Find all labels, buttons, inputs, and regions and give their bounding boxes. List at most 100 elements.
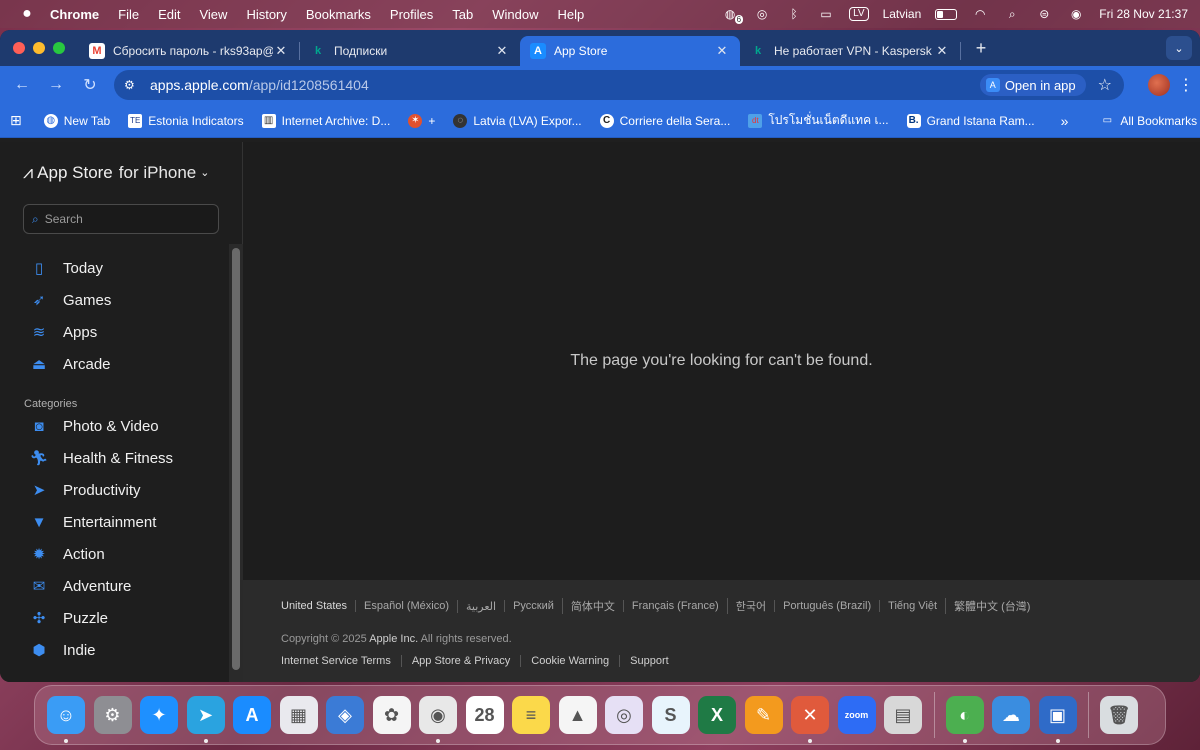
all-bookmarks-button[interactable]: ▭ All Bookmarks	[1100, 114, 1197, 128]
menu-view[interactable]: View	[199, 7, 227, 22]
apps-grid-icon[interactable]: ⊞	[10, 112, 22, 129]
language-link[interactable]: Tiếng Việt	[879, 600, 945, 612]
legal-link[interactable]: App Store & Privacy	[400, 655, 520, 667]
chrome-menu-icon[interactable]: ⋮	[1178, 75, 1194, 95]
tab-gmail[interactable]: M Сбросить пароль - rks93ap@ ✕	[79, 36, 299, 66]
dock-launchpad-icon[interactable]: ▦	[279, 696, 318, 734]
menu-bookmarks[interactable]: Bookmarks	[306, 7, 371, 22]
bookmark-star-icon[interactable]: ☆	[1098, 75, 1112, 95]
sidebar-item-arcade[interactable]: ⏏ Arcade	[23, 348, 223, 380]
dock-chrome-icon[interactable]: ◉	[419, 696, 457, 743]
legal-link[interactable]: Support	[619, 655, 679, 667]
dock-tor-browser-icon[interactable]: ◎	[605, 696, 643, 734]
bluetooth-icon[interactable]: ᛒ	[785, 7, 803, 21]
menu-file[interactable]: File	[118, 7, 139, 22]
sidebar-scrollbar[interactable]	[229, 244, 243, 682]
close-tab-icon[interactable]: ✕	[714, 43, 730, 59]
dock-preview-scanner-icon[interactable]: ▣	[1038, 696, 1077, 743]
sidebar-item-health-fitness[interactable]: 🏃︎ Health & Fitness	[23, 442, 223, 474]
sidebar-item-entertainment[interactable]: ▼ Entertainment	[23, 506, 223, 538]
dock-remote-desktop-icon[interactable]: ✕	[791, 696, 829, 743]
sidebar-search[interactable]: ⌕	[23, 204, 219, 234]
language-link[interactable]: Français (France)	[622, 600, 727, 612]
open-in-app-button[interactable]: A Open in app	[979, 74, 1086, 96]
menu-bar-clock[interactable]: Fri 28 Nov 21:37	[1099, 7, 1188, 21]
vpn-status-icon[interactable]: ◎	[753, 7, 771, 21]
bookmark-internet-archive[interactable]: ▥ Internet Archive: D...	[261, 113, 390, 128]
language-link[interactable]: Русский	[504, 600, 562, 612]
bookmark-grand-istana[interactable]: B. Grand Istana Ram...	[906, 113, 1035, 128]
input-source-badge[interactable]: LV	[849, 7, 869, 21]
menu-tab[interactable]: Tab	[452, 7, 473, 22]
language-link[interactable]: 繁體中文 (台灣)	[945, 598, 1038, 614]
control-center-icon[interactable]: ⊜	[1035, 7, 1053, 21]
dock-app-store-icon[interactable]: A	[233, 696, 271, 734]
sidebar-item-today[interactable]: ▯ Today	[23, 252, 223, 284]
site-settings-icon[interactable]: ⚙	[124, 78, 142, 92]
dock-trash-icon[interactable]: 🗑	[1100, 696, 1138, 734]
language-link[interactable]: 简体中文	[561, 598, 623, 614]
menu-profiles[interactable]: Profiles	[390, 7, 433, 22]
minimize-window-button[interactable]	[33, 42, 45, 54]
language-link[interactable]: Español (México)	[355, 600, 457, 612]
reload-icon[interactable]: ↻	[78, 73, 102, 97]
notification-count-icon[interactable]: ◍ 6	[721, 7, 744, 24]
wifi-icon[interactable]: ◠	[971, 7, 989, 21]
tab-podpiski[interactable]: k Подписки ✕	[300, 36, 520, 66]
apple-menu-icon[interactable]: ●	[18, 5, 36, 23]
close-window-button[interactable]	[13, 42, 25, 54]
menu-edit[interactable]: Edit	[158, 7, 180, 22]
input-source-label[interactable]: Latvian	[883, 7, 922, 21]
language-link[interactable]: 한국어	[726, 598, 774, 614]
url-text[interactable]: apps.apple.com/app/id1208561404	[150, 77, 980, 93]
dock-system-settings-icon[interactable]: ⚙	[93, 696, 132, 734]
bookmark-plus[interactable]: ✶ +	[408, 113, 435, 128]
dock-calculator-icon[interactable]: ▤	[884, 696, 922, 734]
tab-app-store[interactable]: A App Store ✕	[520, 36, 740, 66]
dock-weather-icon[interactable]: ☁	[992, 696, 1030, 734]
dock-excel-icon[interactable]: X	[698, 696, 736, 734]
battery-icon[interactable]	[935, 8, 958, 20]
menu-app-chrome[interactable]: Chrome	[50, 7, 99, 22]
language-link[interactable]: Português (Brazil)	[774, 600, 879, 612]
sidebar-item-puzzle[interactable]: ✣ Puzzle	[23, 602, 223, 634]
address-bar[interactable]: ⚙ apps.apple.com/app/id1208561404 A Open …	[114, 70, 1124, 100]
menu-help[interactable]: Help	[558, 7, 585, 22]
more-bookmarks-chevron-icon[interactable]: »	[1061, 113, 1069, 129]
sidebar-item-action[interactable]: ✹ Action	[23, 538, 223, 570]
close-tab-icon[interactable]: ✕	[273, 43, 289, 59]
bookmark-estonia-indicators[interactable]: TE Estonia Indicators	[128, 113, 244, 128]
sidebar-item-games[interactable]: ➶ Games	[23, 284, 223, 316]
screen-mirroring-icon[interactable]: ▭	[817, 7, 835, 21]
language-link[interactable]: العربية	[457, 599, 504, 613]
dock-notes-icon[interactable]: ≡	[512, 696, 550, 734]
legal-link[interactable]: Internet Service Terms	[281, 655, 401, 667]
dock-photos-icon[interactable]: ✿	[372, 696, 411, 734]
forward-arrow-icon[interactable]: →	[44, 73, 68, 97]
sidebar-item-adventure[interactable]: ✉ Adventure	[23, 570, 223, 602]
dock-finder-icon[interactable]: ☺	[47, 696, 85, 743]
dock-vlc-icon[interactable]: ▲	[558, 696, 597, 734]
dock-pixelmator-icon[interactable]: ◈	[326, 696, 364, 734]
tab-kaspersky-vpn[interactable]: k Не работает VPN - Kaspersk ✕	[740, 36, 960, 66]
menu-history[interactable]: History	[246, 7, 286, 22]
sidebar-item-photo-video[interactable]: ◙ Photo & Video	[23, 410, 223, 442]
spotlight-search-icon[interactable]: ⌕	[1003, 7, 1021, 21]
zoom-window-button[interactable]	[53, 42, 65, 54]
scrollbar-thumb[interactable]	[232, 248, 240, 670]
dock-skype-icon[interactable]: S	[651, 696, 690, 734]
siri-icon[interactable]: ◉	[1067, 7, 1085, 21]
dock-calendar-icon[interactable]: 28	[465, 696, 504, 734]
bookmark-dtac[interactable]: dt โปรโมชั่นเน็ตดีแทค เ...	[748, 111, 889, 130]
dock-network-app-icon[interactable]: ◐	[945, 696, 984, 743]
legal-link[interactable]: Cookie Warning	[520, 655, 619, 667]
bookmark-corriere[interactable]: C Corriere della Sera...	[599, 113, 730, 128]
menu-window[interactable]: Window	[492, 7, 538, 22]
copyright-brand[interactable]: Apple Inc.	[369, 633, 418, 645]
close-tab-icon[interactable]: ✕	[934, 43, 950, 59]
dock-zoom-icon[interactable]: zoom	[837, 696, 876, 734]
language-link[interactable]: United States	[281, 600, 355, 612]
bookmark-latvia-exports[interactable]: ◌ Latvia (LVA) Expor...	[453, 113, 582, 128]
dock-pages-icon[interactable]: ✎	[744, 696, 783, 734]
dock-telegram-icon[interactable]: ➤	[186, 696, 225, 743]
